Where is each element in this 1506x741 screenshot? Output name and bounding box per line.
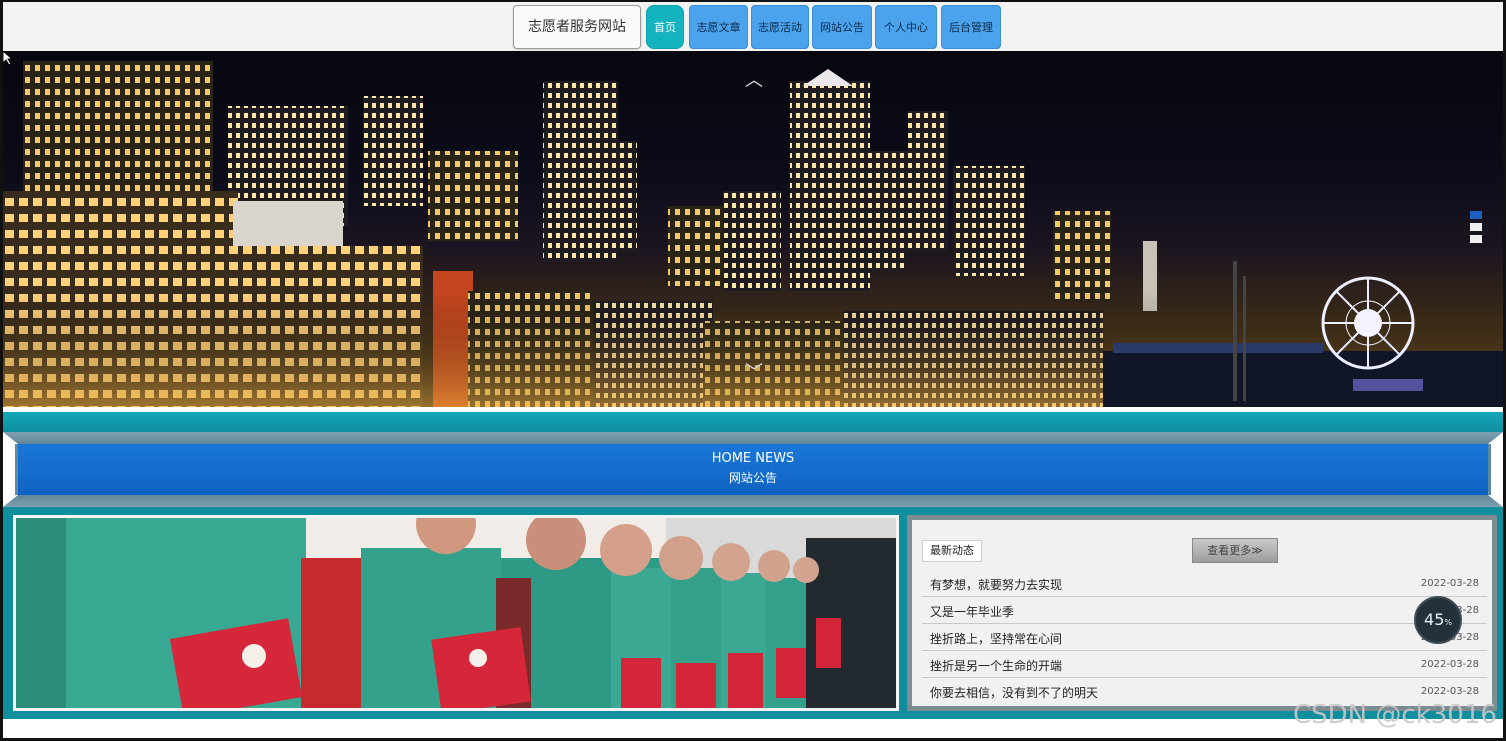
carousel-dot-2[interactable] xyxy=(1470,223,1482,231)
mouse-cursor-icon xyxy=(3,51,13,65)
news-item-title[interactable]: 有梦想，就要努力去实现 xyxy=(930,576,1062,593)
news-item-title[interactable]: 你要去相信，没有到不了的明天 xyxy=(930,684,1098,701)
watermark-text: CSDN @ck3016 xyxy=(1293,700,1497,730)
top-navigation-bar: 志愿者服务网站 首页 志愿文章 志愿活动 网站公告 个人中心 后台管理 xyxy=(3,2,1503,51)
zoom-level-badge[interactable]: 45% xyxy=(1414,596,1462,644)
nav-personal-center[interactable]: 个人中心 xyxy=(875,5,937,49)
news-item-date: 2022-03-28 xyxy=(1420,578,1479,589)
carousel-next-arrow[interactable]: ﹀ xyxy=(744,363,764,383)
zoom-value: 45 xyxy=(1424,610,1445,629)
nav-admin[interactable]: 后台管理 xyxy=(941,5,1001,49)
carousel-prev-arrow[interactable]: ︿ xyxy=(744,71,764,91)
news-item-title[interactable]: 又是一年毕业季 xyxy=(930,603,1014,620)
zoom-unit: % xyxy=(1444,618,1452,627)
news-section: 最新动态 查看更多≫ 有梦想，就要努力去实现 2022-03-28 又是一年毕业… xyxy=(3,507,1503,719)
nav-site-announcements[interactable]: 网站公告 xyxy=(812,5,872,49)
latest-news-panel: 最新动态 查看更多≫ 有梦想，就要努力去实现 2022-03-28 又是一年毕业… xyxy=(907,515,1497,711)
section-heading-band: HOME NEWS 网站公告 xyxy=(3,407,1503,507)
news-item-date: 2022-03-28 xyxy=(1420,659,1479,670)
news-item[interactable]: 有梦想，就要努力去实现 2022-03-28 xyxy=(922,570,1487,597)
city-night-skyline-image xyxy=(3,61,1503,407)
volunteers-photo[interactable] xyxy=(13,515,899,711)
news-item[interactable]: 又是一年毕业季 2022-03-28 xyxy=(922,597,1487,624)
view-more-button[interactable]: 查看更多≫ xyxy=(1192,538,1278,563)
carousel-dot-1[interactable] xyxy=(1470,211,1482,219)
news-item-date: 2022-03-28 xyxy=(1420,686,1479,697)
carousel-indicators xyxy=(1470,211,1484,247)
latest-news-tab[interactable]: 最新动态 xyxy=(922,540,982,562)
news-item[interactable]: 挫折路上，坚持常在心间 2022-03-28 xyxy=(922,624,1487,651)
site-title[interactable]: 志愿者服务网站 xyxy=(513,5,641,49)
nav-volunteer-articles[interactable]: 志愿文章 xyxy=(689,5,748,49)
carousel-dot-3[interactable] xyxy=(1470,235,1482,243)
news-item-title[interactable]: 挫折是另一个生命的开端 xyxy=(930,657,1062,674)
section-title-cn: 网站公告 xyxy=(728,471,777,485)
news-item-title[interactable]: 挫折路上，坚持常在心间 xyxy=(930,630,1062,647)
nav-home[interactable]: 首页 xyxy=(646,5,684,49)
footer-strip xyxy=(3,719,1503,738)
browser-viewport: 志愿者服务网站 首页 志愿文章 志愿活动 网站公告 个人中心 后台管理 ︿ ﹀ … xyxy=(0,0,1506,741)
volunteers-photo-image xyxy=(16,518,896,708)
section-title-en: HOME NEWS xyxy=(711,451,795,466)
nav-volunteer-activities[interactable]: 志愿活动 xyxy=(751,5,809,49)
news-item[interactable]: 挫折是另一个生命的开端 2022-03-28 xyxy=(922,651,1487,678)
hero-carousel: ︿ ﹀ xyxy=(3,51,1503,407)
